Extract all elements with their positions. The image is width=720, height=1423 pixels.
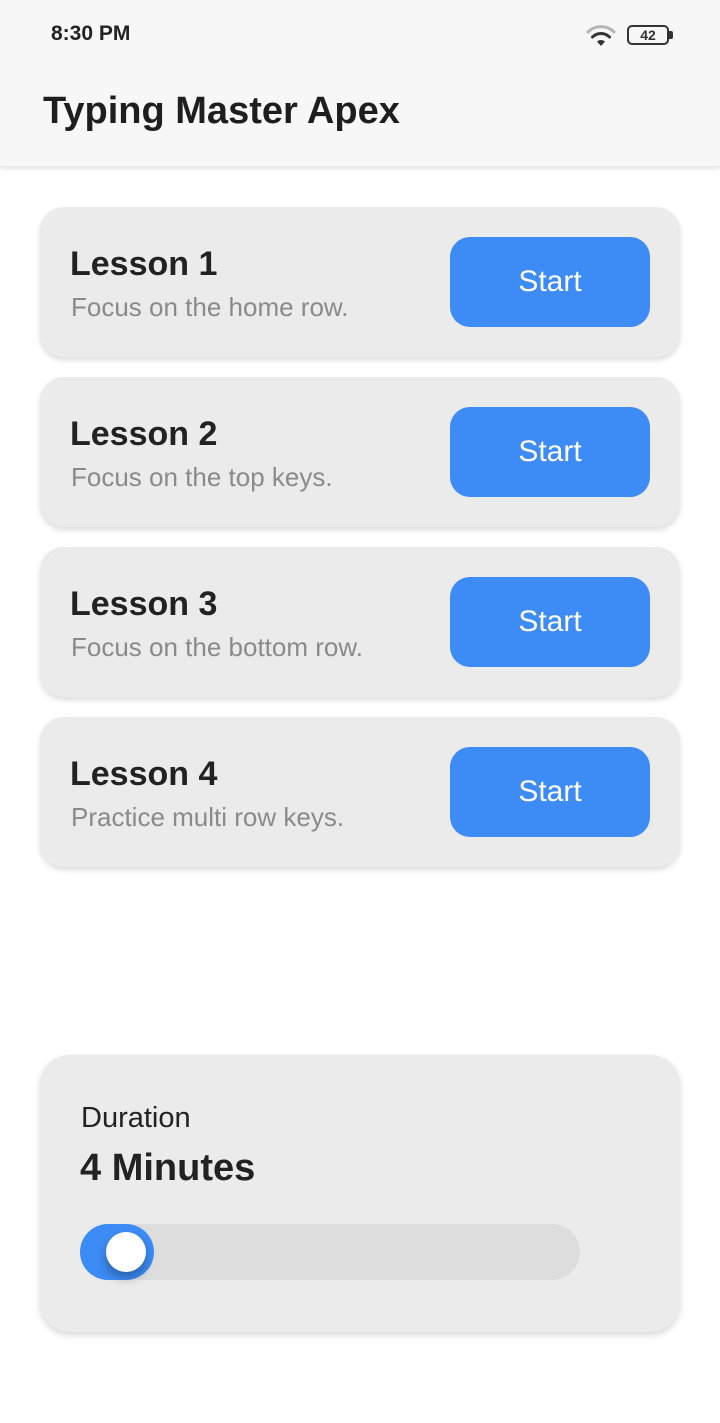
lesson-card-4: Lesson 4 Practice multi row keys. Start xyxy=(40,717,680,867)
lesson-card-1: Lesson 1 Focus on the home row. Start xyxy=(40,207,680,357)
lesson-description: Focus on the home row. xyxy=(71,292,349,322)
lesson-title: Lesson 3 xyxy=(70,585,218,623)
battery-level: 42 xyxy=(640,27,656,43)
lesson-description: Focus on the top keys. xyxy=(71,462,333,492)
start-lesson-2-button[interactable]: Start xyxy=(450,407,650,497)
lesson-card-3: Lesson 3 Focus on the bottom row. Start xyxy=(40,547,680,697)
start-lesson-3-button[interactable]: Start xyxy=(450,577,650,667)
status-time: 8:30 PM xyxy=(51,22,131,45)
app-bar: 8:30 PM 42 Typing Master Apex xyxy=(0,0,720,167)
lesson-title: Lesson 2 xyxy=(70,415,218,453)
wifi-icon xyxy=(586,25,616,46)
start-lesson-4-button[interactable]: Start xyxy=(450,747,650,837)
lesson-title: Lesson 1 xyxy=(70,245,218,283)
lesson-description: Focus on the bottom row. xyxy=(71,632,363,662)
duration-value: 4 Minutes xyxy=(80,1147,256,1189)
lesson-list: Lesson 1 Focus on the home row. Start Le… xyxy=(40,207,680,887)
lesson-card-2: Lesson 2 Focus on the top keys. Start xyxy=(40,377,680,527)
status-bar: 8:30 PM 42 xyxy=(0,0,720,70)
duration-label: Duration xyxy=(81,1102,191,1134)
lesson-title: Lesson 4 xyxy=(70,755,218,793)
start-lesson-1-button[interactable]: Start xyxy=(450,237,650,327)
battery-tip xyxy=(669,31,673,39)
lesson-description: Practice multi row keys. xyxy=(71,802,345,832)
duration-slider[interactable] xyxy=(80,1224,580,1280)
battery-icon: 42 xyxy=(627,25,669,45)
duration-card: Duration 4 Minutes xyxy=(40,1055,680,1332)
slider-thumb[interactable] xyxy=(105,1232,146,1272)
app-title: Typing Master Apex xyxy=(43,90,400,132)
